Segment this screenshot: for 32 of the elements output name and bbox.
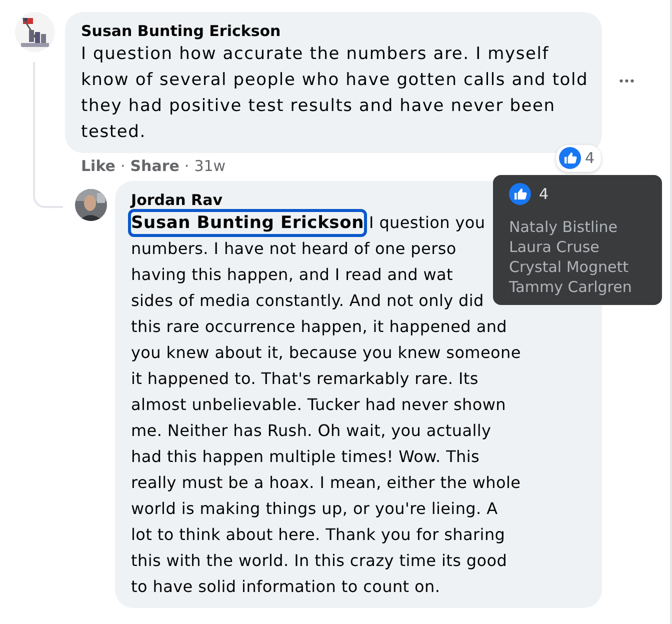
action-link[interactable]: Like xyxy=(81,155,116,178)
reaction-count[interactable]: 4 xyxy=(556,145,601,172)
comment-text: I question how accurate the numbers are. I myself know of several people who have gotten calls and told they had positive test results and have never been tested. xyxy=(81,43,590,144)
person-name: Tammy Carlgren xyxy=(509,278,632,296)
timestamp[interactable]: 31w xyxy=(194,155,226,178)
comment-text-line: lot to think about here. Thank you for sharing xyxy=(131,524,506,546)
author-name[interactable]: Susan Bunting Erickson xyxy=(81,21,592,41)
comment-text-line: numbers. I have not heard of one perso xyxy=(131,238,456,260)
comment-text-line: had this happen multiple times! Wow. This xyxy=(131,446,480,468)
comment-text-line: me. Neither has Rush. Oh wait, you actually xyxy=(131,420,492,442)
separator: · xyxy=(184,156,190,177)
comment-text-line: this with the world. In this crazy time its good xyxy=(131,550,508,572)
comment-text-line: to have solid information to count on. xyxy=(131,576,440,598)
comment-text-line: sides of media constantly. And not only did xyxy=(131,290,484,312)
person-name: Nataly Bistline xyxy=(509,218,618,236)
comment-text-line: you knew about it, because you knew someone xyxy=(131,342,521,364)
comment-text-line: really must be a hoax. I mean, either the whole xyxy=(131,472,521,494)
action-link[interactable]: Share xyxy=(130,155,180,178)
comment-text-line: world is making things up, or you're lieing. A xyxy=(131,498,498,520)
person-name: Crystal Mognett xyxy=(509,258,628,276)
like-icon xyxy=(559,147,581,170)
mention-link[interactable]: Susan Bunting Erickson xyxy=(131,212,364,234)
comment-text-line: this rare occurrence happen, it happened and xyxy=(131,316,508,338)
person-name: Laura Cruse xyxy=(509,238,600,256)
reaction-count: 4 xyxy=(539,184,549,204)
more-button[interactable]: ••• xyxy=(618,74,634,90)
comment-text-line: I question you xyxy=(368,212,486,234)
comment-text-line: almost unbelievable. Tucker had never shown xyxy=(131,394,506,416)
like-icon xyxy=(509,183,531,205)
comment-text-line: it happened to. That's remarkably rare. Its xyxy=(131,368,478,390)
comment-text-line: having this happen, and I read and wat xyxy=(131,264,453,286)
separator: · xyxy=(120,156,126,177)
